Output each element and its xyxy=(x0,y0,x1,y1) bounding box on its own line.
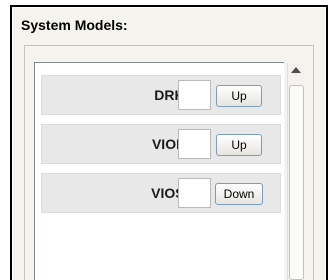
panel-title: System Models: xyxy=(21,17,128,33)
model-row-drk210: DRK210 Up xyxy=(41,75,281,115)
scroll-up-arrow-icon[interactable] xyxy=(291,67,301,73)
move-down-button[interactable]: Down xyxy=(215,183,263,205)
move-up-button[interactable]: Up xyxy=(216,85,262,107)
model-row-viol210: VIOL210 Up xyxy=(41,124,281,164)
scrollbar-thumb[interactable] xyxy=(289,85,304,280)
model-value-field[interactable] xyxy=(178,80,211,110)
vertical-scrollbar[interactable] xyxy=(287,63,305,280)
model-value-field[interactable] xyxy=(178,129,211,159)
model-value-field[interactable] xyxy=(178,178,211,208)
model-row-vios318: VIOS318 Down xyxy=(41,173,281,213)
move-up-button[interactable]: Up xyxy=(216,134,262,156)
